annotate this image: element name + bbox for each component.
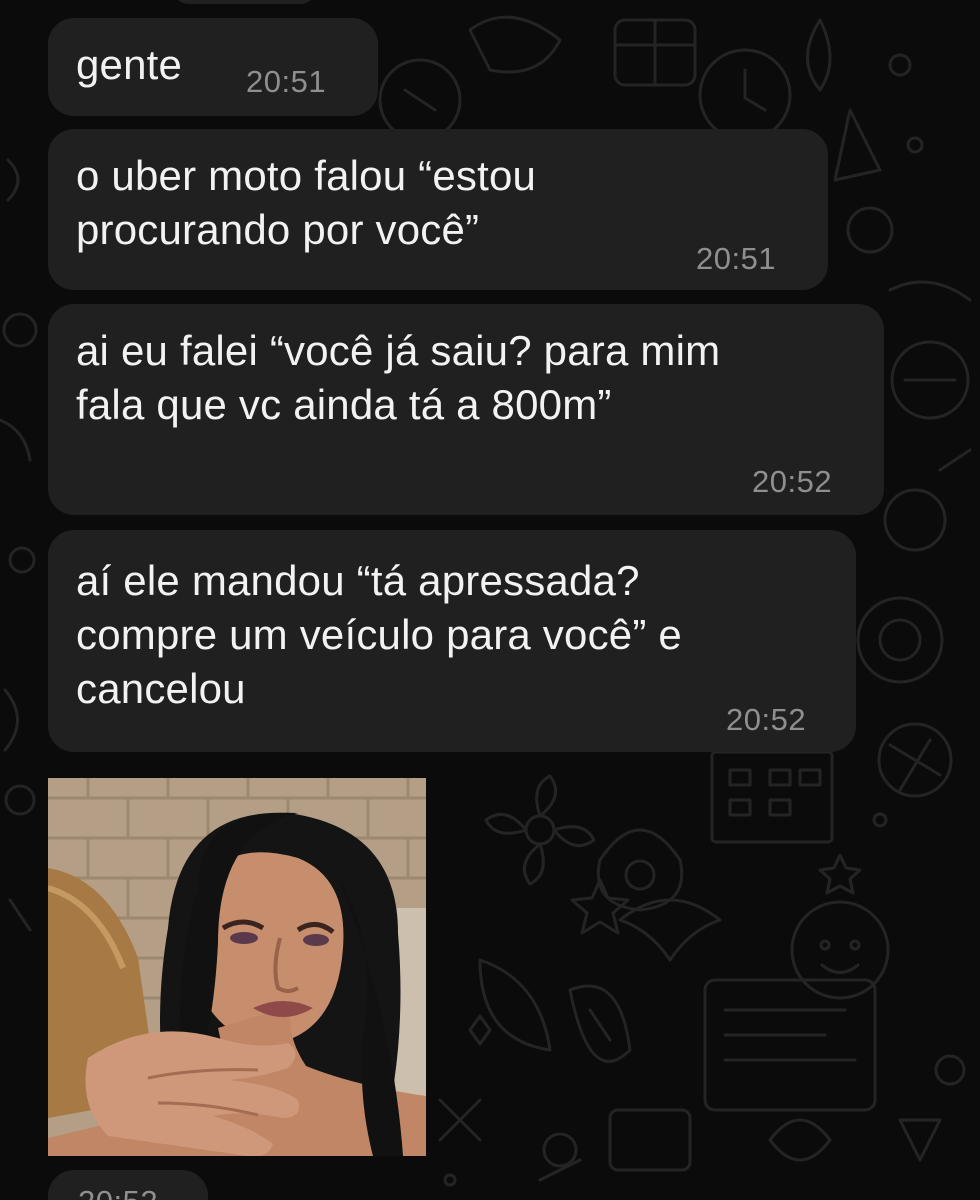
message-bubble[interactable]: ai eu falei “você já saiu? para mim fala… bbox=[48, 304, 884, 515]
image-timestamp-bubble: 20:52 bbox=[48, 1170, 208, 1200]
previous-message-bubble bbox=[172, 0, 317, 4]
message-timestamp: 20:52 bbox=[78, 1184, 158, 1200]
chat-view: gente 20:51 o uber moto falou “estou pro… bbox=[0, 0, 980, 1200]
message-bubble[interactable]: gente 20:51 bbox=[48, 18, 378, 116]
message-timestamp: 20:52 bbox=[752, 464, 833, 499]
message-text: ai eu falei “você já saiu? para mim fala… bbox=[76, 327, 721, 428]
message-text: o uber moto falou “estou procurando por … bbox=[76, 152, 537, 253]
message-text: gente bbox=[76, 41, 183, 88]
message-timestamp: 20:51 bbox=[696, 241, 777, 276]
photo-reaction-image bbox=[48, 778, 426, 1156]
message-timestamp: 20:51 bbox=[246, 64, 327, 99]
message-bubble[interactable]: o uber moto falou “estou procurando por … bbox=[48, 129, 828, 290]
message-bubble[interactable]: aí ele mandou “tá apressada? compre um v… bbox=[48, 530, 856, 752]
message-text: aí ele mandou “tá apressada? compre um v… bbox=[76, 557, 682, 712]
image-message[interactable] bbox=[48, 778, 426, 1156]
message-timestamp: 20:52 bbox=[726, 702, 807, 737]
